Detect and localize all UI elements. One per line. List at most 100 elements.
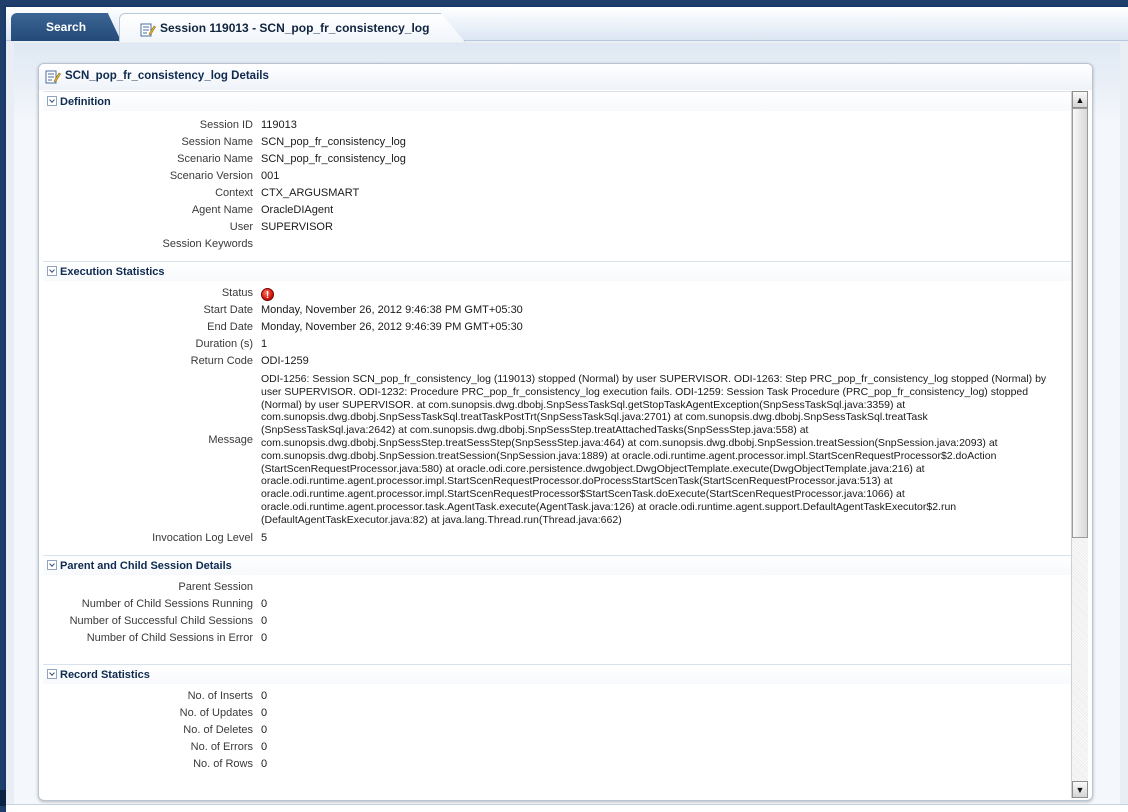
field-row-status: Status !: [43, 285, 1073, 302]
invocation-log-level-value: 5: [261, 532, 268, 544]
duration-label: Duration (s): [195, 338, 253, 350]
section-record-header[interactable]: Record Statistics: [43, 664, 1073, 684]
details-panel: SCN_pop_fr_consistency_log Details Defin…: [38, 63, 1093, 801]
tab-session[interactable]: Session 119013 - SCN_pop_fr_consistency_…: [119, 13, 465, 42]
field-label: Parent Session: [178, 581, 253, 593]
tab-session-label: Session 119013 - SCN_pop_fr_consistency_…: [160, 21, 430, 35]
field-row: Scenario Name SCN_pop_fr_consistency_log: [43, 151, 1073, 168]
scroll-up-button[interactable]: ▲: [1072, 91, 1088, 108]
field-row: No. of Deletes 0: [43, 722, 1073, 739]
panel-title: SCN_pop_fr_consistency_log Details: [65, 70, 269, 82]
message-label: Message: [208, 434, 253, 446]
return-code-value: ODI-1259: [261, 355, 309, 367]
field-label: No. of Rows: [193, 758, 253, 770]
panel-header: SCN_pop_fr_consistency_log Details: [39, 64, 1092, 90]
splitter-handle[interactable]: [0, 790, 6, 806]
error-icon: !: [261, 288, 274, 301]
field-row: User SUPERVISOR: [43, 219, 1073, 236]
status-value: !: [261, 285, 274, 302]
section-parent-child-header[interactable]: Parent and Child Session Details: [43, 555, 1073, 575]
field-row: End Date Monday, November 26, 2012 9:46:3…: [43, 319, 1073, 336]
section-definition: Definition Session ID 119013 Session Name…: [43, 91, 1073, 261]
field-row: Context CTX_ARGUSMART: [43, 185, 1073, 202]
details-scroll-area[interactable]: Definition Session ID 119013 Session Name…: [43, 91, 1073, 799]
vertical-scrollbar[interactable]: ▲ ▼: [1071, 91, 1088, 798]
tab-bar: Search Session 119013 - SCN_pop_fr_consi…: [6, 7, 1128, 42]
field-label: Number of Successful Child Sessions: [69, 615, 253, 627]
field-value: 119013: [261, 119, 297, 131]
section-record-statistics: Record Statistics No. of Inserts 0 No. of…: [43, 664, 1073, 773]
field-row: Agent Name OracleDIAgent: [43, 202, 1073, 219]
field-label: Scenario Name: [177, 153, 253, 165]
field-label: No. of Updates: [179, 707, 253, 719]
field-value: SUPERVISOR: [261, 221, 333, 233]
start-date-label: Start Date: [203, 304, 253, 316]
message-value: ODI-1256: Session SCN_pop_fr_consistency…: [261, 373, 1047, 526]
start-date-value: Monday, November 26, 2012 9:46:38 PM GMT…: [261, 304, 523, 316]
invocation-log-level-label: Invocation Log Level: [152, 532, 253, 544]
field-row: Duration (s) 1: [43, 336, 1073, 353]
field-label: Session Keywords: [162, 238, 254, 250]
app-window: Search Session 119013 - SCN_pop_fr_consi…: [4, 5, 1128, 812]
duration-value: 1: [261, 338, 268, 350]
tab-search[interactable]: Search: [11, 13, 121, 41]
arrow-down-icon: ▼: [1075, 784, 1085, 795]
field-row: Number of Child Sessions in Error 0: [43, 630, 1073, 647]
field-value: SCN_pop_fr_consistency_log: [261, 136, 406, 148]
field-row: No. of Rows 0: [43, 756, 1073, 773]
section-execution-statistics: Execution Statistics Status ! Start Date…: [43, 261, 1073, 555]
section-definition-header[interactable]: Definition: [43, 91, 1073, 111]
scroll-thumb[interactable]: [1072, 108, 1088, 538]
bottom-bar: [6, 804, 1128, 812]
field-row-message: Message ODI-1256: Session SCN_pop_fr_con…: [43, 370, 1073, 530]
scroll-down-button[interactable]: ▼: [1072, 781, 1088, 798]
edit-document-icon: [45, 69, 61, 88]
field-label: User: [229, 221, 253, 233]
tab-search-label: Search: [46, 20, 87, 34]
arrow-up-icon: ▲: [1075, 94, 1085, 105]
field-row: Session Name SCN_pop_fr_consistency_log: [43, 134, 1073, 151]
field-value: 0: [261, 707, 268, 719]
field-row: No. of Updates 0: [43, 705, 1073, 722]
field-value: OracleDIAgent: [261, 204, 334, 216]
section-definition-title: Definition: [60, 96, 111, 108]
field-row: Scenario Version 001: [43, 168, 1073, 185]
field-value: 0: [261, 615, 268, 627]
field-row: Session ID 119013: [43, 117, 1073, 134]
field-label: Context: [215, 187, 253, 199]
field-label: Scenario Version: [169, 170, 253, 182]
field-value: SCN_pop_fr_consistency_log: [261, 153, 406, 165]
field-label: Session Name: [181, 136, 253, 148]
status-label: Status: [221, 287, 253, 299]
section-parent-child-title: Parent and Child Session Details: [60, 560, 232, 572]
field-row: Number of Child Sessions Running 0: [43, 596, 1073, 613]
end-date-value: Monday, November 26, 2012 9:46:39 PM GMT…: [261, 321, 523, 333]
field-row: Invocation Log Level 5: [43, 530, 1073, 547]
main-content: SCN_pop_fr_consistency_log Details Defin…: [14, 43, 1120, 811]
field-label: No. of Errors: [190, 741, 253, 753]
section-execution-title: Execution Statistics: [60, 266, 165, 278]
field-label: Number of Child Sessions in Error: [86, 632, 253, 644]
field-label: No. of Deletes: [183, 724, 253, 736]
collapse-toggle-icon[interactable]: [47, 560, 57, 570]
field-row: No. of Inserts 0: [43, 688, 1073, 705]
end-date-label: End Date: [207, 321, 253, 333]
field-row: Parent Session: [43, 579, 1073, 596]
section-parent-child: Parent and Child Session Details Parent …: [43, 555, 1073, 664]
collapse-toggle-icon[interactable]: [47, 669, 57, 679]
field-label: Number of Child Sessions Running: [81, 598, 253, 610]
field-value: 0: [261, 632, 268, 644]
field-value: 001: [261, 170, 280, 182]
field-row: No. of Errors 0: [43, 739, 1073, 756]
section-execution-header[interactable]: Execution Statistics: [43, 261, 1073, 281]
field-value: 0: [261, 758, 268, 770]
field-value: 0: [261, 690, 268, 702]
field-value: 0: [261, 741, 268, 753]
field-value: 0: [261, 598, 268, 610]
collapse-toggle-icon[interactable]: [47, 96, 57, 106]
field-row: Start Date Monday, November 26, 2012 9:46…: [43, 302, 1073, 319]
return-code-label: Return Code: [190, 355, 253, 367]
field-row: Number of Successful Child Sessions 0: [43, 613, 1073, 630]
collapse-toggle-icon[interactable]: [47, 266, 57, 276]
field-row: Session Keywords: [43, 236, 1073, 253]
